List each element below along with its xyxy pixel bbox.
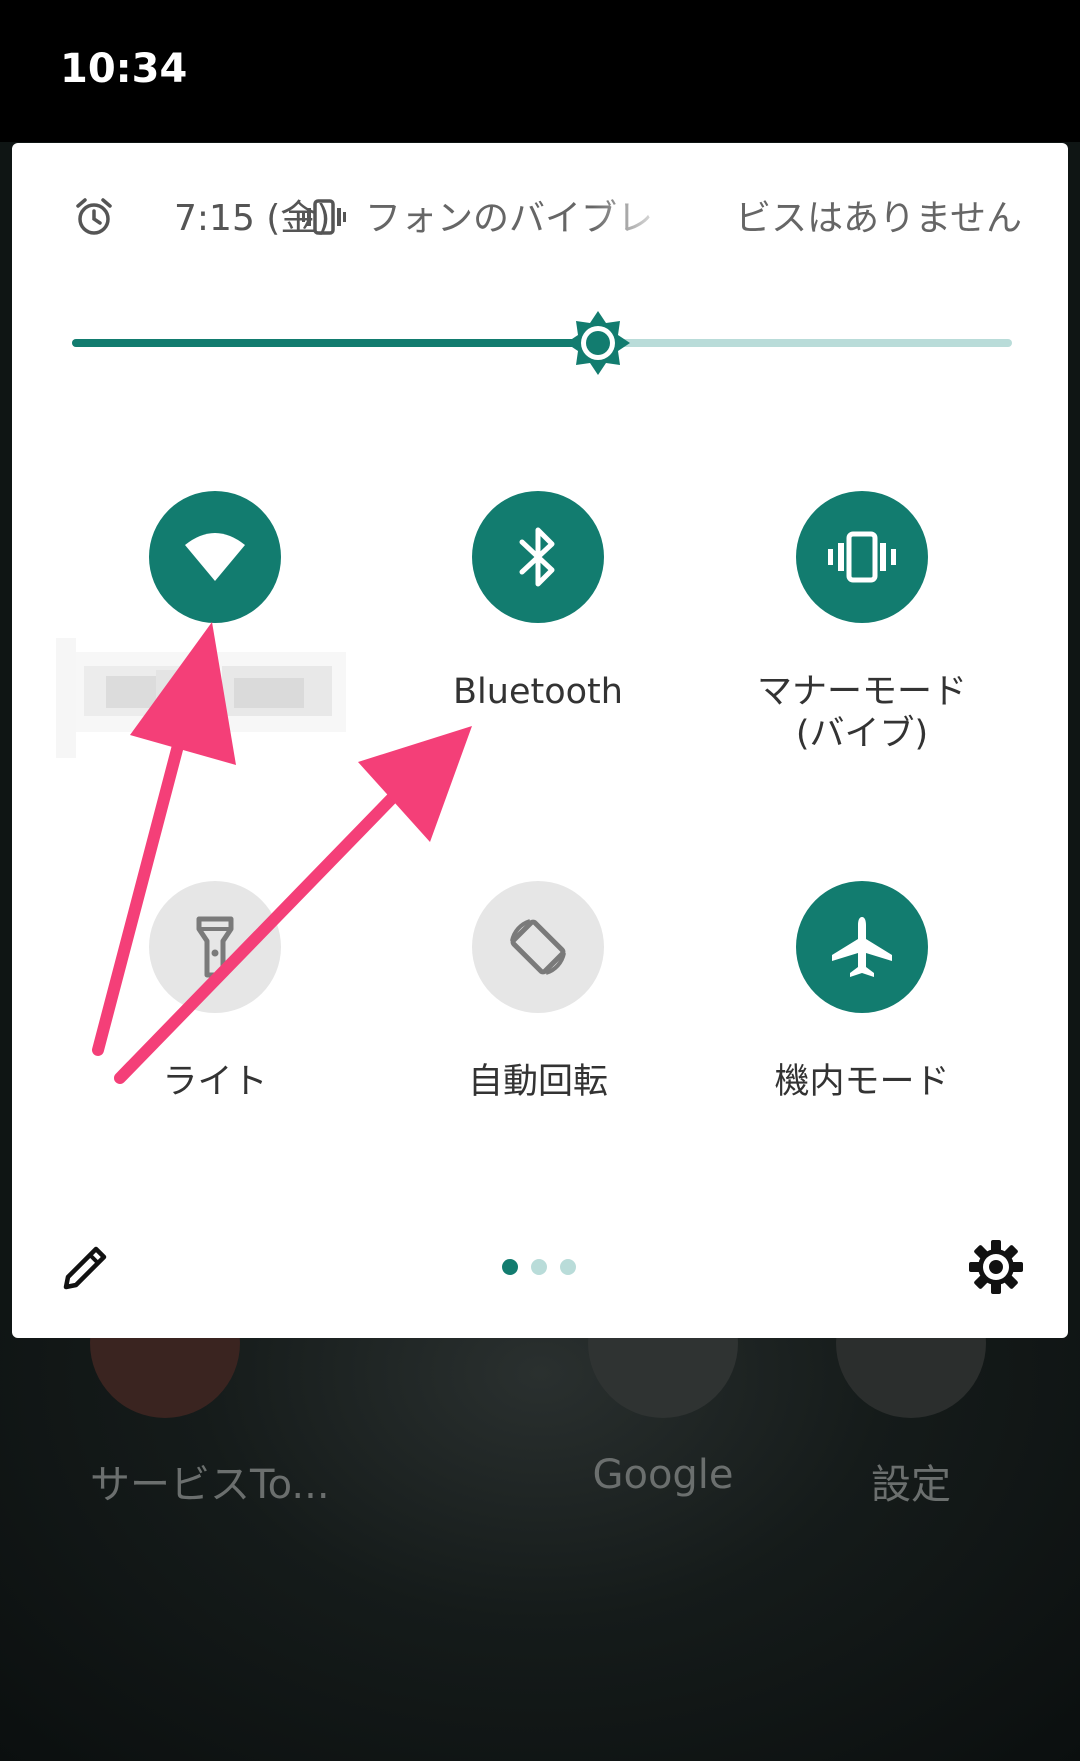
vibrate-icon	[302, 199, 346, 235]
android-screen: 10:34 サービスTo... Google 設定 7:15 (金) フォンのバ…	[0, 0, 1080, 1761]
wifi-name-redacted	[56, 638, 346, 758]
vibrate-icon	[828, 531, 896, 583]
tile-bluetooth-circle[interactable]	[472, 491, 604, 623]
tile-label: 機内モード	[774, 1062, 950, 1102]
home-app-label: サービスTo...	[90, 1462, 330, 1508]
tile-airplane-mode[interactable]: 機内モード	[732, 881, 992, 1103]
quick-settings-panel: 7:15 (金) フォンのバイブレ ビスはありません Bluetooth マナー…	[12, 143, 1068, 1338]
tile-auto-rotate[interactable]: 自動回転	[408, 881, 668, 1103]
tile-label: ライト	[162, 1062, 268, 1102]
tile-manner-mode[interactable]: マナーモード (バイブ)	[732, 491, 992, 755]
page-indicator	[502, 1259, 582, 1279]
brightness-slider[interactable]	[72, 311, 1012, 375]
tile-bluetooth[interactable]: Bluetooth	[408, 491, 668, 713]
tile-flashlight-circle[interactable]	[149, 881, 281, 1013]
status-bar: 10:34	[0, 0, 1080, 142]
text-fade	[592, 187, 672, 247]
page-dot[interactable]	[502, 1259, 518, 1275]
tile-flashlight[interactable]: ライト	[85, 881, 345, 1103]
brightness-thumb-icon[interactable]	[564, 309, 632, 377]
home-app-label: 設定	[871, 1462, 951, 1508]
page-dot[interactable]	[560, 1259, 576, 1275]
bluetooth-icon	[519, 527, 555, 587]
wifi-icon	[185, 533, 245, 581]
tile-manner-mode-circle[interactable]	[796, 491, 928, 623]
flashlight-icon	[196, 916, 234, 978]
edit-pencil-icon[interactable]	[60, 1241, 112, 1293]
status-time: 10:34	[60, 46, 188, 92]
auto-rotate-icon	[510, 919, 566, 975]
tile-wifi-circle[interactable]	[149, 491, 281, 623]
tile-airplane-mode-circle[interactable]	[796, 881, 928, 1013]
settings-gear-icon[interactable]	[968, 1239, 1024, 1295]
alarm-icon	[76, 198, 112, 235]
tile-auto-rotate-circle[interactable]	[472, 881, 604, 1013]
brightness-fill	[72, 339, 598, 347]
tile-label: 自動回転	[467, 1062, 608, 1102]
airplane-icon	[832, 917, 892, 977]
tile-label: Bluetooth	[453, 672, 623, 712]
dnd-status-text: ビスはありません	[735, 198, 1022, 239]
tile-label: マナーモード (バイブ)	[756, 672, 967, 754]
quick-settings-header: 7:15 (金) フォンのバイブレ ビスはありません	[62, 187, 1022, 247]
home-screen: サービスTo... Google 設定	[0, 1268, 1080, 1761]
page-dot[interactable]	[531, 1259, 547, 1275]
home-app-label: Google	[592, 1452, 734, 1498]
